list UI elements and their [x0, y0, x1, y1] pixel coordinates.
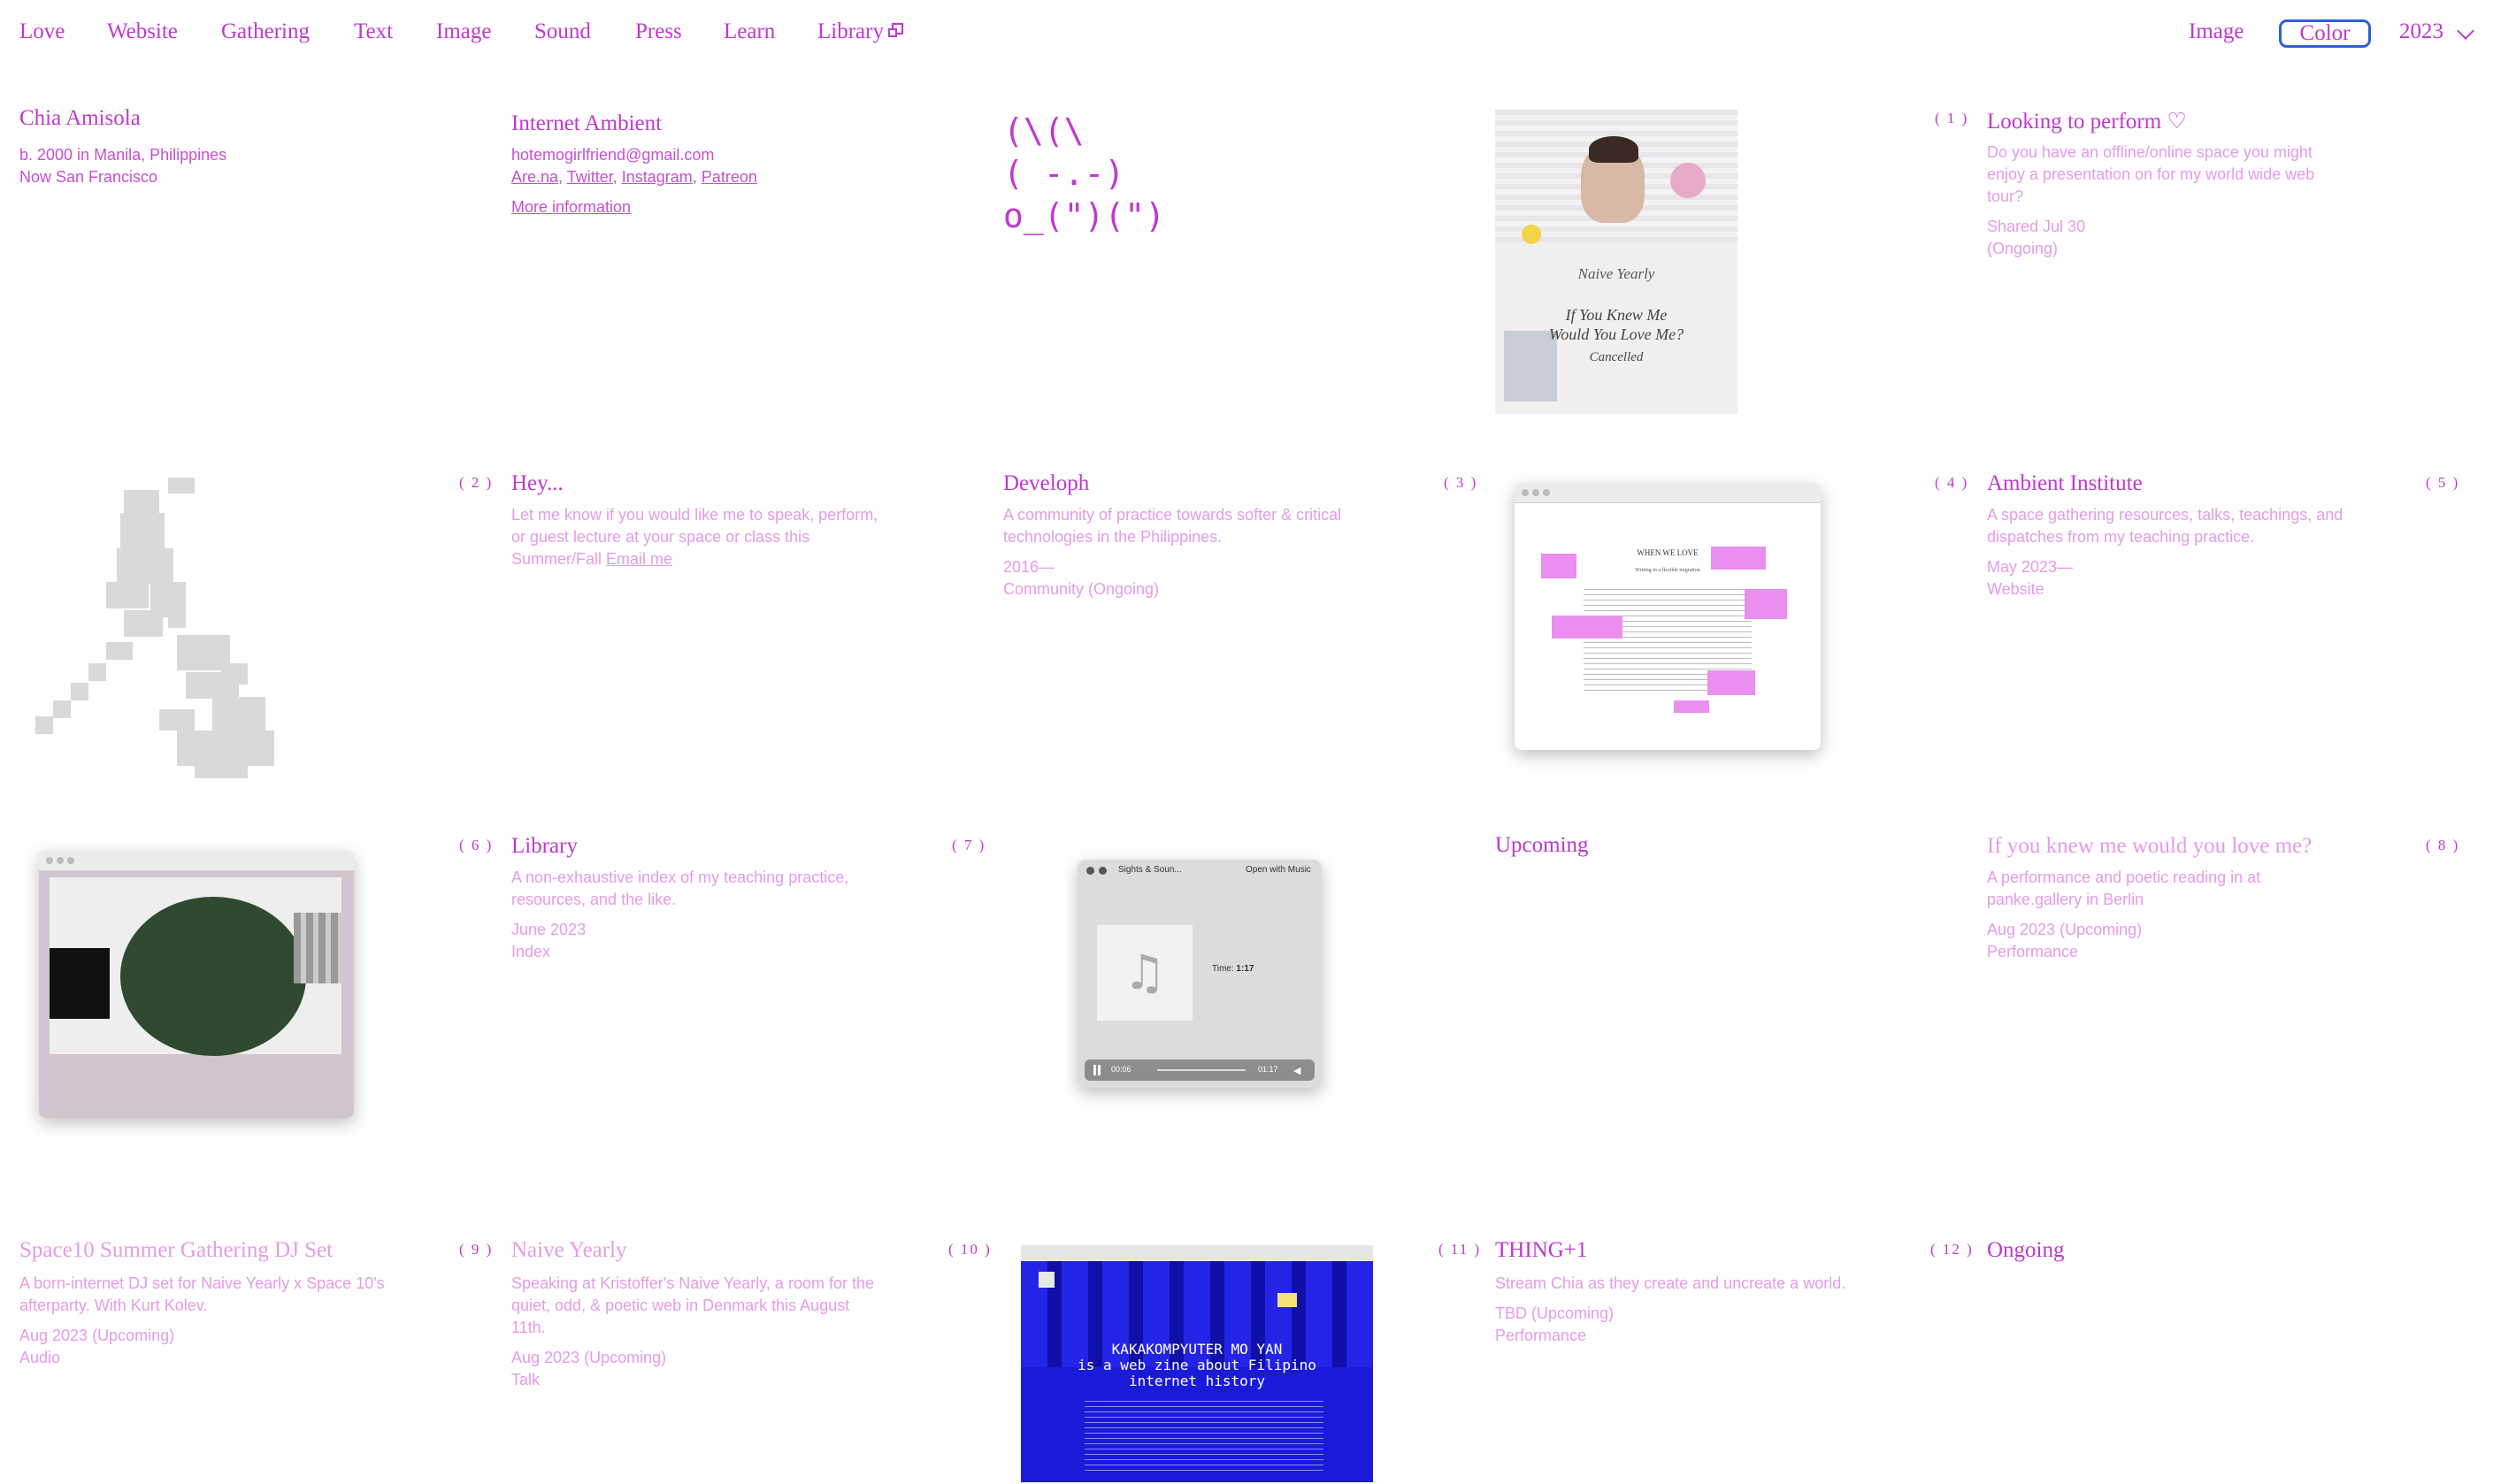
item-number: ( 10 ) [948, 1241, 992, 1258]
arena-link[interactable]: Are.na [511, 168, 558, 186]
item-date: TBD (Upcoming) [1495, 1304, 1615, 1322]
profile-location: Now San Francisco [19, 168, 158, 186]
item-description: Let me know if you would like me to spea… [511, 506, 878, 568]
item-title[interactable]: Space10 Summer Gathering DJ Set [19, 1238, 333, 1263]
item-number: ( 5 ) [2426, 474, 2460, 491]
item-number: ( 9 ) [459, 1241, 494, 1258]
contact-title: Internet Ambient [511, 111, 663, 135]
ongoing-heading: Ongoing [1987, 1238, 2065, 1262]
philippines-map-image [35, 478, 274, 778]
instagram-link[interactable]: Instagram [622, 168, 693, 186]
smiley-icon [1522, 225, 1541, 244]
item-number: ( 1 ) [1935, 110, 1969, 126]
item-date: Shared Jul 30 [1987, 218, 2086, 235]
contact-links: Are.na, Twitter, Instagram, Patreon [511, 168, 757, 186]
item-description: A space gathering resources, talks, teac… [1987, 506, 2343, 546]
minimize-icon[interactable] [1099, 867, 1107, 875]
item-status: Performance [1987, 943, 2079, 960]
item-number: ( 6 ) [459, 837, 494, 853]
twitter-link[interactable]: Twitter [567, 168, 613, 186]
item-date: 2016— [1003, 558, 1055, 576]
color-mode-button[interactable]: Color [2279, 19, 2371, 48]
nav-gathering[interactable]: Gathering [221, 19, 310, 44]
progress-slider[interactable] [1157, 1069, 1246, 1071]
item-title[interactable]: Developh [1003, 471, 1089, 496]
item-status: Audio [19, 1349, 61, 1366]
item-title[interactable]: Looking to perform ♡ [1987, 108, 2187, 134]
item-date: Aug 2023 (Upcoming) [1987, 921, 2143, 938]
bunny-emoticon: (\(\( -.-) o_(")(") [1003, 111, 1166, 235]
dj-software-screenshot[interactable] [39, 851, 354, 1118]
nav-library[interactable]: Library [817, 19, 884, 44]
item-title[interactable]: THING+1 [1495, 1238, 1587, 1263]
item-description: A born-internet DJ set for Naive Yearly … [19, 1274, 385, 1314]
more-information-link[interactable]: More information [511, 196, 631, 218]
item-status: Website [1987, 580, 2044, 598]
item-status: Performance [1495, 1327, 1587, 1344]
nav-sound[interactable]: Sound [534, 19, 591, 44]
developh-screenshot[interactable]: WHEN WE LOVE Writing in a flexible migra… [1515, 483, 1821, 750]
item-number: ( 12 ) [1930, 1241, 1974, 1258]
item-status: Index [511, 943, 551, 960]
item-description: Speaking at Kristoffer's Naive Yearly, a… [511, 1274, 874, 1336]
item-title[interactable]: If you knew me would you love me? [1987, 834, 2312, 859]
pause-icon[interactable] [1093, 1065, 1096, 1075]
item-date: June 2023 [511, 921, 587, 938]
nav-website[interactable]: Website [107, 19, 178, 44]
item-number: ( 7 ) [952, 837, 986, 853]
item-date: Aug 2023 (Upcoming) [19, 1327, 175, 1344]
item-description: Stream Chia as they create and uncreate … [1495, 1274, 1846, 1292]
upcoming-heading: Upcoming [1495, 833, 1589, 857]
email-me-link[interactable]: Email me [606, 550, 672, 568]
chevron-down-icon[interactable] [2457, 22, 2474, 40]
nav-press[interactable]: Press [635, 19, 682, 44]
item-description: A performance and poetic reading in at p… [1987, 868, 2261, 908]
item-number: ( 2 ) [459, 474, 494, 491]
volume-icon[interactable]: ◀ [1293, 1065, 1300, 1076]
item-title[interactable]: Library [511, 834, 578, 859]
patreon-link[interactable]: Patreon [702, 168, 757, 186]
naive-yearly-poster-image[interactable]: Naive Yearly If You Knew Me Would You Lo… [1495, 110, 1737, 414]
item-status: (Ongoing) [1987, 240, 2059, 257]
music-player-window[interactable]: Sights & Soun... Open with Music ♫ Time:… [1078, 860, 1322, 1088]
kakakompyuter-zine-screenshot[interactable]: KAKAKOMPYUTER MO YAN is a web zine about… [1021, 1245, 1373, 1482]
item-title[interactable]: Naive Yearly [511, 1238, 627, 1263]
item-number: ( 8 ) [2426, 837, 2460, 853]
nav-love[interactable]: Love [19, 19, 65, 44]
item-description: A non-exhaustive index of my teaching pr… [511, 868, 849, 908]
item-number: ( 3 ) [1444, 474, 1478, 491]
item-title[interactable]: Hey... [511, 471, 564, 496]
open-with-music-button[interactable]: Open with Music [1246, 865, 1311, 875]
nav-image-mode[interactable]: Image [2189, 19, 2244, 44]
profile-born: b. 2000 in Manila, Philippines [19, 146, 227, 164]
item-status: Talk [511, 1371, 541, 1388]
year-select[interactable]: 2023 [2399, 19, 2443, 44]
nav-image[interactable]: Image [436, 19, 491, 44]
profile-name: Chia Amisola [19, 106, 141, 130]
contact-email[interactable]: hotemogirlfriend@gmail.com [511, 144, 714, 166]
nav-learn[interactable]: Learn [724, 19, 775, 44]
item-date: Aug 2023 (Upcoming) [511, 1349, 667, 1366]
external-window-icon [888, 23, 903, 37]
item-number: ( 4 ) [1935, 474, 1969, 491]
item-date: May 2023— [1987, 558, 2074, 576]
item-description: Do you have an offline/online space you … [1987, 143, 2315, 205]
nav-text[interactable]: Text [354, 19, 393, 44]
item-number: ( 11 ) [1438, 1241, 1482, 1258]
item-status: Community (Ongoing) [1003, 580, 1160, 598]
music-note-icon: ♫ [1097, 925, 1193, 1021]
item-title[interactable]: Ambient Institute [1987, 471, 2143, 496]
item-description: A community of practice towards softer &… [1003, 506, 1342, 546]
close-icon[interactable] [1086, 867, 1094, 875]
